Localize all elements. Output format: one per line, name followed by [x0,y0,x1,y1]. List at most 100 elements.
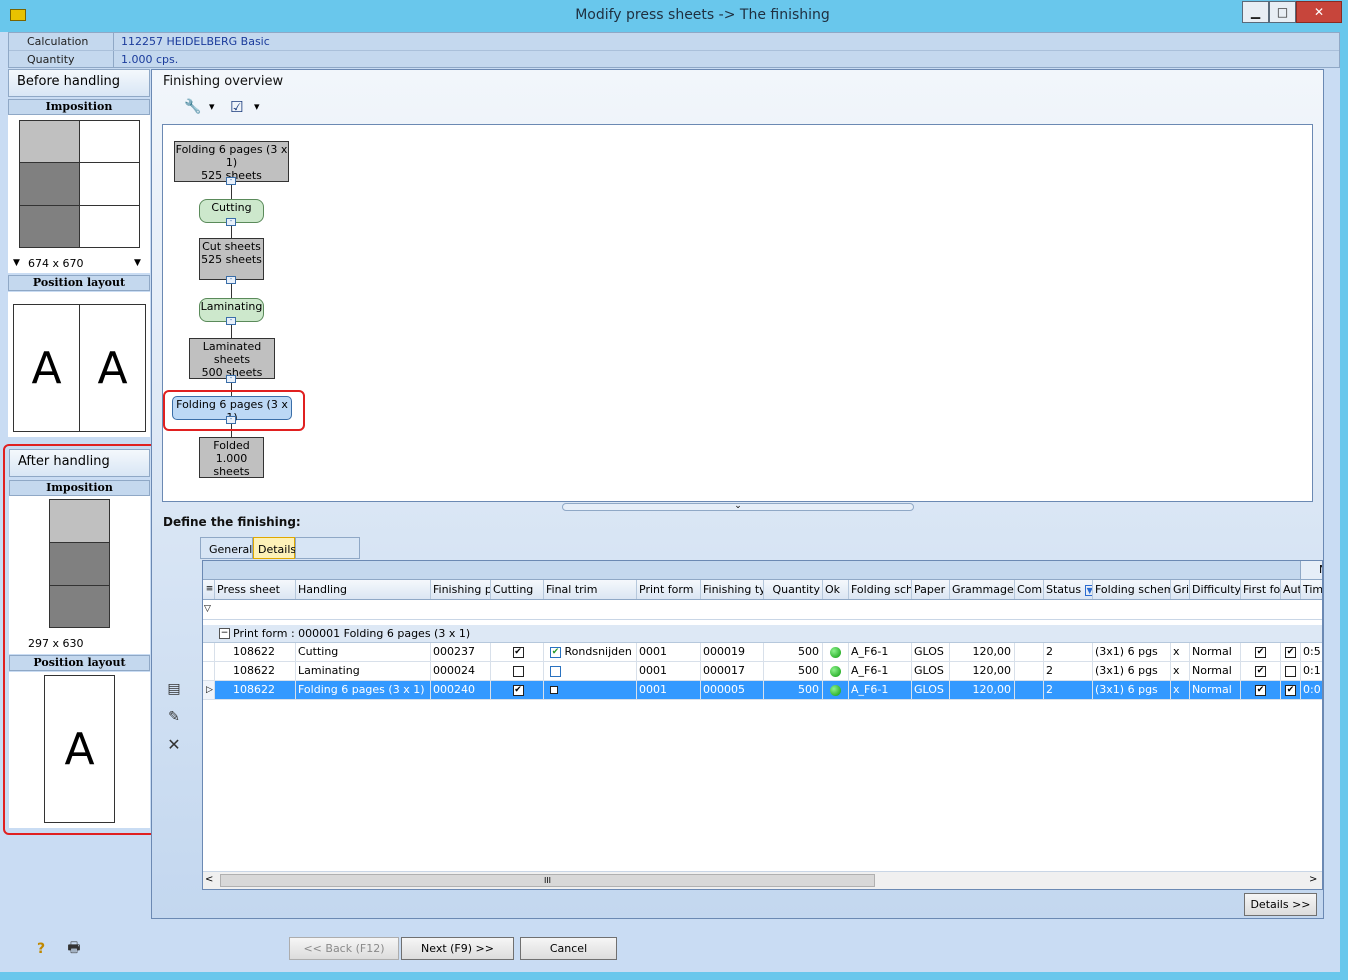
scroll-right-icon[interactable]: > [1309,874,1317,885]
col-handling[interactable]: Handling [296,580,431,599]
table-row[interactable]: 108622 Laminating 000024 0001 000017 500… [203,662,1322,681]
col-quantity[interactable]: Quantity [764,580,823,599]
status-ok-icon [830,646,841,658]
collapse-icon[interactable]: - [226,218,236,226]
final-trim-checkbox[interactable]: ✔ [550,646,561,658]
tools-dropdown-icon[interactable]: ▾ [209,100,215,113]
scroll-left-icon[interactable]: < [205,874,213,885]
back-button[interactable]: << Back (F12) [289,937,399,960]
final-trim-checkbox[interactable] [550,665,561,677]
checklist-icon[interactable]: ☑ [230,98,243,116]
filter-row[interactable]: ▽ [203,601,1322,620]
col-grammage[interactable]: Grammage [950,580,1015,599]
calculation-label: Calculation [27,35,89,48]
position-page: A [13,304,80,432]
col-cutting[interactable]: Cutting [491,580,544,599]
imposition-cell [79,120,140,163]
diagram-node-laminated-sheets[interactable]: Laminated sheets 500 sheets [189,338,275,379]
aut-checkbox[interactable]: ✔ [1285,646,1296,658]
print-icon[interactable]: 🖶 [66,940,82,956]
filter-active-icon[interactable]: ▼ [1084,585,1092,596]
cutting-checkbox[interactable]: ✔ [512,684,524,696]
col-final-trim[interactable]: Final trim [544,580,637,599]
first-fo-checkbox[interactable]: ✔ [1255,646,1266,658]
first-fo-checkbox[interactable]: ✔ [1255,665,1266,677]
collapse-icon[interactable]: - [226,375,236,383]
col-paper[interactable]: Paper [912,580,950,599]
col-press-sheet[interactable]: Press sheet [215,580,296,599]
col-finishing-pr[interactable]: Finishing pr [431,580,491,599]
window-border [0,972,1348,980]
col-comr[interactable]: Comr [1015,580,1044,599]
delete-icon[interactable]: ✕ [166,737,182,753]
finishing-diagram: Folding 6 pages (3 x 1) 525 sheets - Cut… [162,124,1313,502]
imposition-cell [19,162,80,206]
col-print-form[interactable]: Print form [637,580,701,599]
column-chooser-icon[interactable]: ≡ [203,580,215,599]
rotate-right-icon[interactable]: ▼ [134,258,141,268]
col-difficulty[interactable]: Difficulty [1190,580,1241,599]
help-icon[interactable]: ? [33,941,49,957]
minimize-button[interactable]: ▁ [1242,1,1269,23]
tab-details[interactable]: Details [253,537,296,559]
cutting-checkbox[interactable] [512,665,524,677]
window-title: Modify press sheets -> The finishing [575,7,830,23]
aut-checkbox[interactable] [1285,665,1296,677]
after-imposition-header: Imposition [9,480,150,496]
maximize-button[interactable]: □ [1269,1,1296,23]
finishing-grid: N ≡ Press sheet Handling Finishing pr Cu… [202,560,1323,890]
col-finishing-type[interactable]: Finishing typ [701,580,764,599]
before-size-label: 674 x 670 [28,257,84,270]
aut-checkbox[interactable]: ✔ [1285,684,1296,696]
splitter-handle[interactable]: ⌄ [562,502,914,511]
details-button[interactable]: Details >> [1244,893,1317,916]
col-status[interactable]: Status ▼ [1044,580,1093,599]
tab-general[interactable]: General [200,537,253,559]
eraser-icon[interactable]: ✎ [166,709,182,725]
col-aut[interactable]: Aut [1281,580,1301,599]
quantity-value: 1.000 cps. [121,53,179,66]
status-ok-icon [830,665,841,677]
cancel-button[interactable]: Cancel [520,937,617,960]
diagram-node-folded[interactable]: Folded 1.000 sheets [199,437,264,478]
finishing-overview-title: Finishing overview [163,74,284,89]
collapse-icon[interactable]: - [226,177,236,185]
after-position-header: Position layout [9,655,150,671]
col-folding-sche[interactable]: Folding sche [849,580,912,599]
after-position-preview: A [9,672,150,828]
tools-icon[interactable]: 🔧 [184,99,201,115]
group-row[interactable]: − Print form : 000001 Folding 6 pages (3… [203,625,1322,643]
final-trim-checkbox[interactable] [550,686,558,694]
checklist-dropdown-icon[interactable]: ▾ [254,100,260,113]
collapse-group-icon[interactable]: − [219,628,230,639]
after-handling-header: After handling [9,449,150,477]
col-ok[interactable]: Ok [823,580,849,599]
table-row-selected[interactable]: ▷ 108622 Folding 6 pages (3 x 1) 000240 … [203,681,1322,700]
close-button[interactable]: ✕ [1296,1,1342,23]
rotate-left-icon[interactable]: ▼ [13,258,20,268]
save-layout-icon[interactable]: ▤ [166,681,182,697]
before-position-header: Position layout [8,275,150,291]
col-folding-scheme[interactable]: Folding scheme [1093,580,1171,599]
cutting-checkbox[interactable]: ✔ [512,646,524,658]
col-grip[interactable]: Grip [1171,580,1190,599]
define-finishing-title: Define the finishing: [163,515,301,529]
title-bar: Modify press sheets -> The finishing ▁ □… [0,0,1348,32]
col-time[interactable]: Time [1301,580,1322,599]
info-strip: Calculation 112257 HEIDELBERG Basic Quan… [8,32,1340,68]
horizontal-scrollbar[interactable]: < III > [203,871,1322,889]
imposition-cell [49,585,110,628]
collapse-icon[interactable]: - [226,276,236,284]
next-button[interactable]: Next (F9) >> [401,937,514,960]
collapse-icon[interactable]: - [226,317,236,325]
before-handling-header: Before handling [8,69,150,97]
filter-icon[interactable]: ▽ [204,604,211,614]
scroll-thumb[interactable]: III [220,874,875,887]
position-letter: A [64,724,95,775]
status-ok-icon [830,684,841,696]
col-first-fo[interactable]: First fo [1241,580,1281,599]
diagram-node-cut-sheets[interactable]: Cut sheets 525 sheets [199,238,264,280]
first-fo-checkbox[interactable]: ✔ [1255,684,1266,696]
collapse-icon[interactable]: - [226,416,236,424]
table-row[interactable]: 108622 Cutting 000237 ✔ ✔ Rondsnijden 00… [203,643,1322,662]
